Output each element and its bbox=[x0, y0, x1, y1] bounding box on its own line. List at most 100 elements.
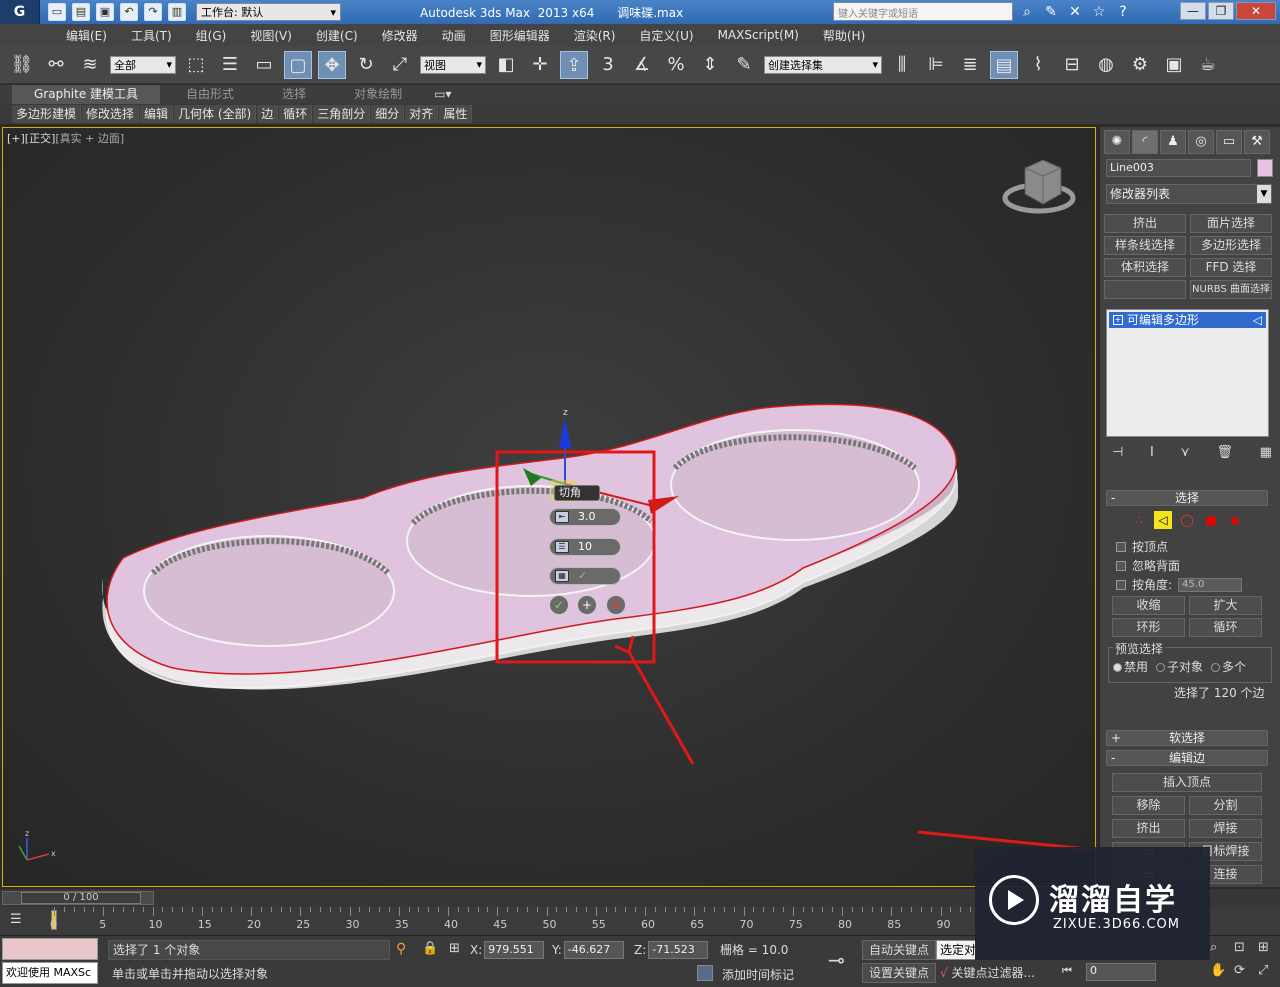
ribbon-options-icon[interactable]: ▭▾ bbox=[428, 85, 457, 104]
ring-button[interactable]: 环形 bbox=[1112, 618, 1185, 637]
remove-button[interactable]: 移除 bbox=[1112, 796, 1185, 815]
mirror-icon[interactable]: ⫼ bbox=[888, 51, 916, 79]
add-time-tag-label[interactable]: 添加时间标记 bbox=[722, 966, 794, 983]
select-and-scale-icon[interactable]: ⤢ bbox=[386, 51, 414, 79]
panel-polygon-modeling[interactable]: 多边形建模 bbox=[12, 105, 82, 123]
remove-modifier-icon[interactable]: 🗑 bbox=[1217, 445, 1234, 460]
ignore-backfacing-checkbox[interactable]: 忽略背面 bbox=[1116, 557, 1180, 574]
utilities-tab-icon[interactable]: ⚒ bbox=[1244, 130, 1270, 154]
caddy-apply-button[interactable]: + bbox=[577, 595, 597, 615]
vertex-level-icon[interactable]: ∴ bbox=[1130, 511, 1148, 529]
add-time-tag-icon[interactable] bbox=[697, 965, 713, 981]
selection-filter-dropdown[interactable]: 全部 ▾ bbox=[110, 55, 176, 74]
modifier-list-dropdown[interactable]: 修改器列表 ▼ bbox=[1106, 184, 1272, 204]
menu-help[interactable]: 帮助(H) bbox=[811, 27, 877, 44]
bind-space-warp-icon[interactable]: ≋ bbox=[76, 51, 104, 79]
panel-tris[interactable]: 三角剖分 bbox=[313, 105, 371, 123]
tab-graphite-modeling[interactable]: Graphite 建模工具 bbox=[12, 85, 161, 104]
preview-multi-radio[interactable]: 多个 bbox=[1211, 658, 1246, 675]
orbit-icon[interactable]: ⟳ bbox=[1234, 963, 1245, 978]
show-end-result-icon[interactable]: Ⅰ bbox=[1150, 445, 1154, 460]
panel-align[interactable]: 对齐 bbox=[405, 105, 439, 123]
curve-editor-icon[interactable]: ⌇ bbox=[1024, 51, 1052, 79]
open-file-icon[interactable]: ▤ bbox=[72, 3, 90, 21]
panel-edges[interactable]: 边 bbox=[257, 105, 279, 123]
spinner-snap-icon[interactable]: ⇕ bbox=[696, 51, 724, 79]
object-color-swatch[interactable] bbox=[1257, 159, 1273, 177]
pan-icon[interactable]: ✋ bbox=[1210, 963, 1226, 978]
expand-icon[interactable]: + bbox=[1113, 315, 1123, 325]
rendered-frame-window-icon[interactable]: ▣ bbox=[1160, 51, 1188, 79]
go-to-start-icon[interactable]: ⏮ bbox=[1062, 964, 1072, 978]
caddy-ok-button[interactable]: ✓ bbox=[549, 595, 569, 615]
weld-button[interactable]: 焊接 bbox=[1189, 819, 1262, 838]
chamfer-amount-field[interactable]: ⇤ 3.0 bbox=[549, 508, 621, 526]
workspace-dropdown[interactable]: 工作台: 默认 ▾ bbox=[196, 3, 341, 21]
tab-object-paint[interactable]: 对象绘制 bbox=[332, 85, 424, 104]
redo-icon[interactable]: ↷ bbox=[144, 3, 162, 21]
extrude-modifier-button[interactable]: 挤出 bbox=[1104, 214, 1186, 233]
absolute-mode-icon[interactable]: ⊞ bbox=[449, 941, 460, 956]
angle-snap-icon[interactable]: ∡ bbox=[628, 51, 656, 79]
menu-maxscript[interactable]: MAXScript(M) bbox=[706, 28, 811, 42]
exchange-icon[interactable]: ✕ bbox=[1066, 3, 1084, 21]
rectangular-selection-icon[interactable]: ▭ bbox=[250, 51, 278, 79]
viewcube-icon[interactable] bbox=[1002, 159, 1076, 214]
window-crossing-icon[interactable]: ▢ bbox=[284, 50, 312, 79]
polygon-level-icon[interactable]: ■ bbox=[1202, 511, 1220, 529]
ffd-select-button[interactable]: FFD 选择 bbox=[1190, 258, 1272, 277]
panel-edit[interactable]: 编辑 bbox=[140, 105, 174, 123]
named-selection-dropdown[interactable]: 创建选择集 ▾ bbox=[764, 55, 882, 74]
unlink-icon[interactable]: ⚯ bbox=[42, 51, 70, 79]
preview-subobject-radio[interactable]: 子对象 bbox=[1156, 658, 1203, 675]
zoom-icon[interactable]: ⌕ bbox=[1210, 940, 1217, 955]
project-folder-icon[interactable]: ▥ bbox=[168, 3, 186, 21]
set-key-button[interactable]: 设置关键点 bbox=[862, 963, 937, 983]
set-key-icon[interactable]: ⊸ bbox=[828, 948, 845, 972]
zoom-extents-icon[interactable]: ⊡ bbox=[1234, 940, 1245, 955]
menu-rendering[interactable]: 渲染(R) bbox=[562, 27, 628, 44]
make-unique-icon[interactable]: ⋎ bbox=[1180, 445, 1190, 460]
zoom-all-icon[interactable]: ⊞ bbox=[1258, 940, 1269, 955]
patch-select-button[interactable]: 面片选择 bbox=[1190, 214, 1272, 233]
select-manipulate-icon[interactable]: ✛ bbox=[526, 51, 554, 79]
create-tab-icon[interactable]: ✺ bbox=[1104, 130, 1130, 154]
binoculars-icon[interactable]: ⌕ bbox=[1018, 3, 1036, 21]
search-input[interactable]: 键入关键字或短语 bbox=[833, 2, 1013, 21]
current-frame-field[interactable]: 0 bbox=[1086, 963, 1156, 981]
y-field[interactable]: -46.627 bbox=[563, 941, 624, 959]
chamfer-segments-field[interactable]: ☰ 10 bbox=[549, 538, 621, 556]
border-level-icon[interactable]: ◯ bbox=[1178, 511, 1196, 529]
edge-level-icon[interactable]: ◁ bbox=[1154, 511, 1172, 529]
undo-icon[interactable]: ↶ bbox=[120, 3, 138, 21]
communication-icon[interactable]: ✎ bbox=[1042, 3, 1060, 21]
scene-canvas[interactable]: z z x bbox=[3, 128, 1096, 887]
chamfer-open-toggle[interactable]: ▦ ✓ bbox=[549, 567, 621, 585]
element-level-icon[interactable]: ◆ bbox=[1226, 511, 1244, 529]
select-and-move-icon[interactable]: ✥ bbox=[318, 50, 346, 79]
angle-spinner[interactable]: 45.0 bbox=[1178, 577, 1243, 592]
motion-tab-icon[interactable]: ◎ bbox=[1188, 130, 1214, 154]
tab-freeform[interactable]: 自由形式 bbox=[164, 85, 256, 104]
menu-animation[interactable]: 动画 bbox=[430, 27, 478, 44]
menu-modifiers[interactable]: 修改器 bbox=[370, 27, 430, 44]
shrink-button[interactable]: 收缩 bbox=[1112, 596, 1185, 615]
object-name-field[interactable]: Line003 bbox=[1106, 159, 1251, 177]
by-vertex-checkbox[interactable]: 按顶点 bbox=[1116, 538, 1168, 555]
close-button[interactable]: ✕ bbox=[1236, 2, 1276, 20]
align-icon[interactable]: ⊫ bbox=[922, 51, 950, 79]
panel-properties[interactable]: 属性 bbox=[439, 105, 473, 123]
panel-modify-selection[interactable]: 修改选择 bbox=[82, 105, 140, 123]
save-icon[interactable]: ▣ bbox=[96, 3, 114, 21]
x-field[interactable]: 979.551 bbox=[484, 941, 545, 959]
key-filters-button[interactable]: √ 关键点过滤器... bbox=[940, 964, 1035, 981]
selection-rollout-header[interactable]: - 选择 bbox=[1106, 490, 1268, 506]
pivot-center-icon[interactable]: ◧ bbox=[492, 51, 520, 79]
panel-subdivision[interactable]: 细分 bbox=[371, 105, 405, 123]
modify-tab-icon[interactable]: ◜ bbox=[1132, 130, 1158, 154]
menu-customize[interactable]: 自定义(U) bbox=[627, 27, 705, 44]
menu-views[interactable]: 视图(V) bbox=[238, 27, 304, 44]
seasoning-dish-model[interactable] bbox=[102, 403, 958, 690]
panel-geometry-all[interactable]: 几何体 (全部) bbox=[174, 105, 257, 123]
insert-vertex-button[interactable]: 插入顶点 bbox=[1112, 773, 1262, 792]
